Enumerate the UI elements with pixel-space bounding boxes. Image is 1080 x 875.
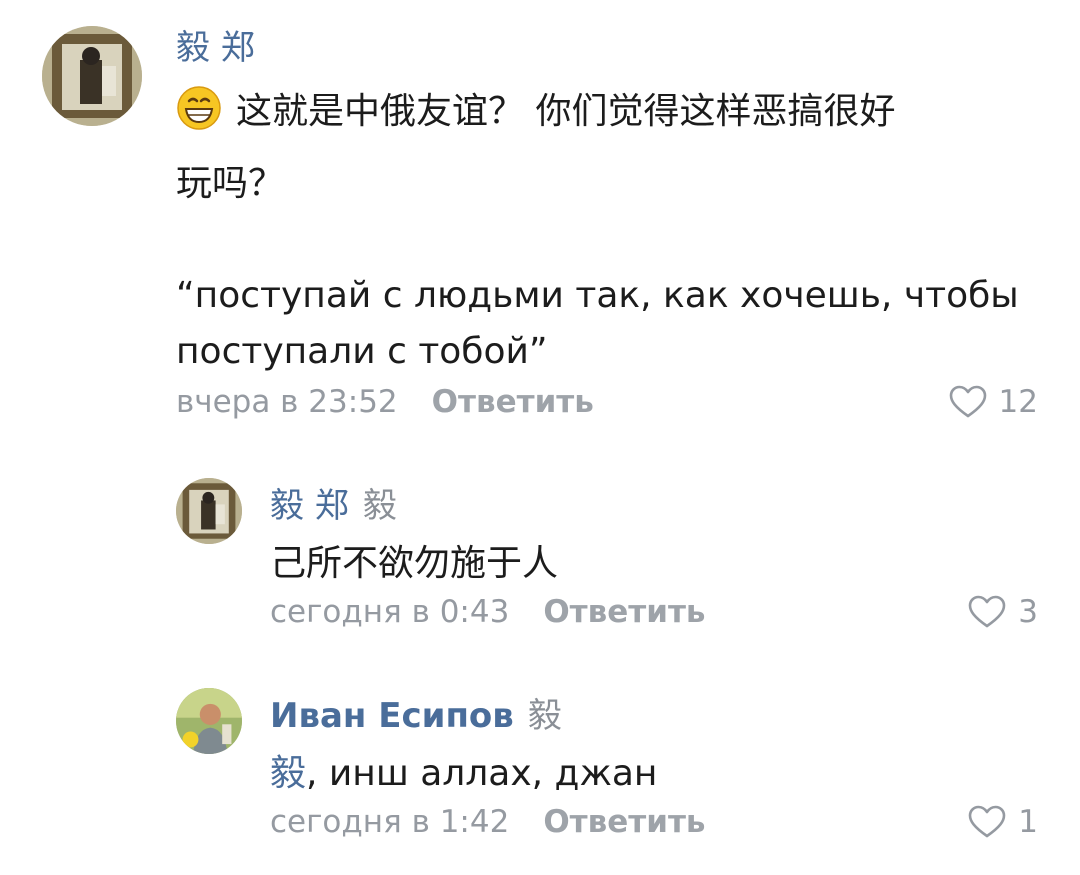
comment-meta: сегодня в 0:43 Ответить — [270, 594, 706, 630]
author-name[interactable]: 毅 郑 — [176, 28, 255, 68]
avatar-image — [176, 478, 242, 544]
avatar-image — [176, 688, 242, 754]
comment-time: вчера в 23:52 — [176, 384, 398, 420]
heart-icon — [949, 385, 986, 418]
reply-to-name[interactable]: 毅 — [528, 696, 562, 736]
comment-meta: сегодня в 1:42 Ответить — [270, 804, 706, 840]
avatar[interactable] — [176, 478, 242, 544]
author-name[interactable]: 毅 郑毅 — [270, 486, 397, 526]
comment-reply: 毅 郑毅 己所不欲勿施于人 сегодня в 0:43 Ответить 3 — [0, 460, 1080, 660]
grinning-face-icon — [176, 85, 222, 131]
avatar-image — [42, 26, 142, 126]
mention-link[interactable]: 毅 — [270, 753, 306, 794]
comment-text-line: 这就是中俄友谊？ 你们觉得这样恶搞很好 — [176, 84, 1056, 140]
comment-text: 毅, инш аллах, джан — [270, 746, 657, 802]
comment-time: сегодня в 0:43 — [270, 594, 510, 630]
like-button[interactable]: 1 — [968, 804, 1038, 840]
heart-icon — [968, 805, 1006, 838]
like-count: 1 — [1018, 804, 1038, 840]
comment-text-content: , инш аллах, джан — [306, 753, 658, 794]
comment-text: 这就是中俄友谊？ 你们觉得这样恶搞很好 玩吗？ “поступай с людь… — [176, 84, 1056, 380]
like-button[interactable]: 12 — [949, 384, 1038, 420]
comment-text-line: “поступай с людьми так, как хочешь, чтоб… — [176, 275, 1019, 316]
avatar[interactable] — [176, 688, 242, 754]
author-name-text: 毅 郑 — [270, 486, 349, 526]
like-count: 12 — [998, 384, 1038, 420]
heart-icon — [968, 595, 1006, 628]
comment-reply: Иван Есипов 毅 毅, инш аллах, джан сегодня … — [0, 670, 1080, 870]
reply-to-name[interactable]: 毅 — [363, 486, 397, 526]
comment-text-content: 这就是中俄友谊？ 你们觉得这样恶搞很好 — [236, 91, 896, 132]
reply-button[interactable]: Ответить — [432, 384, 594, 420]
reply-button[interactable]: Ответить — [543, 804, 705, 840]
avatar[interactable] — [42, 26, 142, 126]
comment-text-line: 玩吗？ — [176, 163, 285, 204]
like-count: 3 — [1018, 594, 1038, 630]
like-button[interactable]: 3 — [968, 594, 1038, 630]
author-name-text: Иван Есипов — [270, 696, 514, 736]
comment-meta: вчера в 23:52 Ответить — [176, 384, 594, 420]
reply-button[interactable]: Ответить — [543, 594, 705, 630]
comment-text: 己所不欲勿施于人 — [270, 543, 559, 584]
comment-time: сегодня в 1:42 — [270, 804, 510, 840]
author-name[interactable]: Иван Есипов 毅 — [270, 696, 562, 736]
comment: 毅 郑 这就是中俄友谊？ 你们觉得这样恶搞很好 玩吗？ “поступай с … — [0, 0, 1080, 440]
comment-text-line: поступали с тобой” — [176, 331, 548, 372]
